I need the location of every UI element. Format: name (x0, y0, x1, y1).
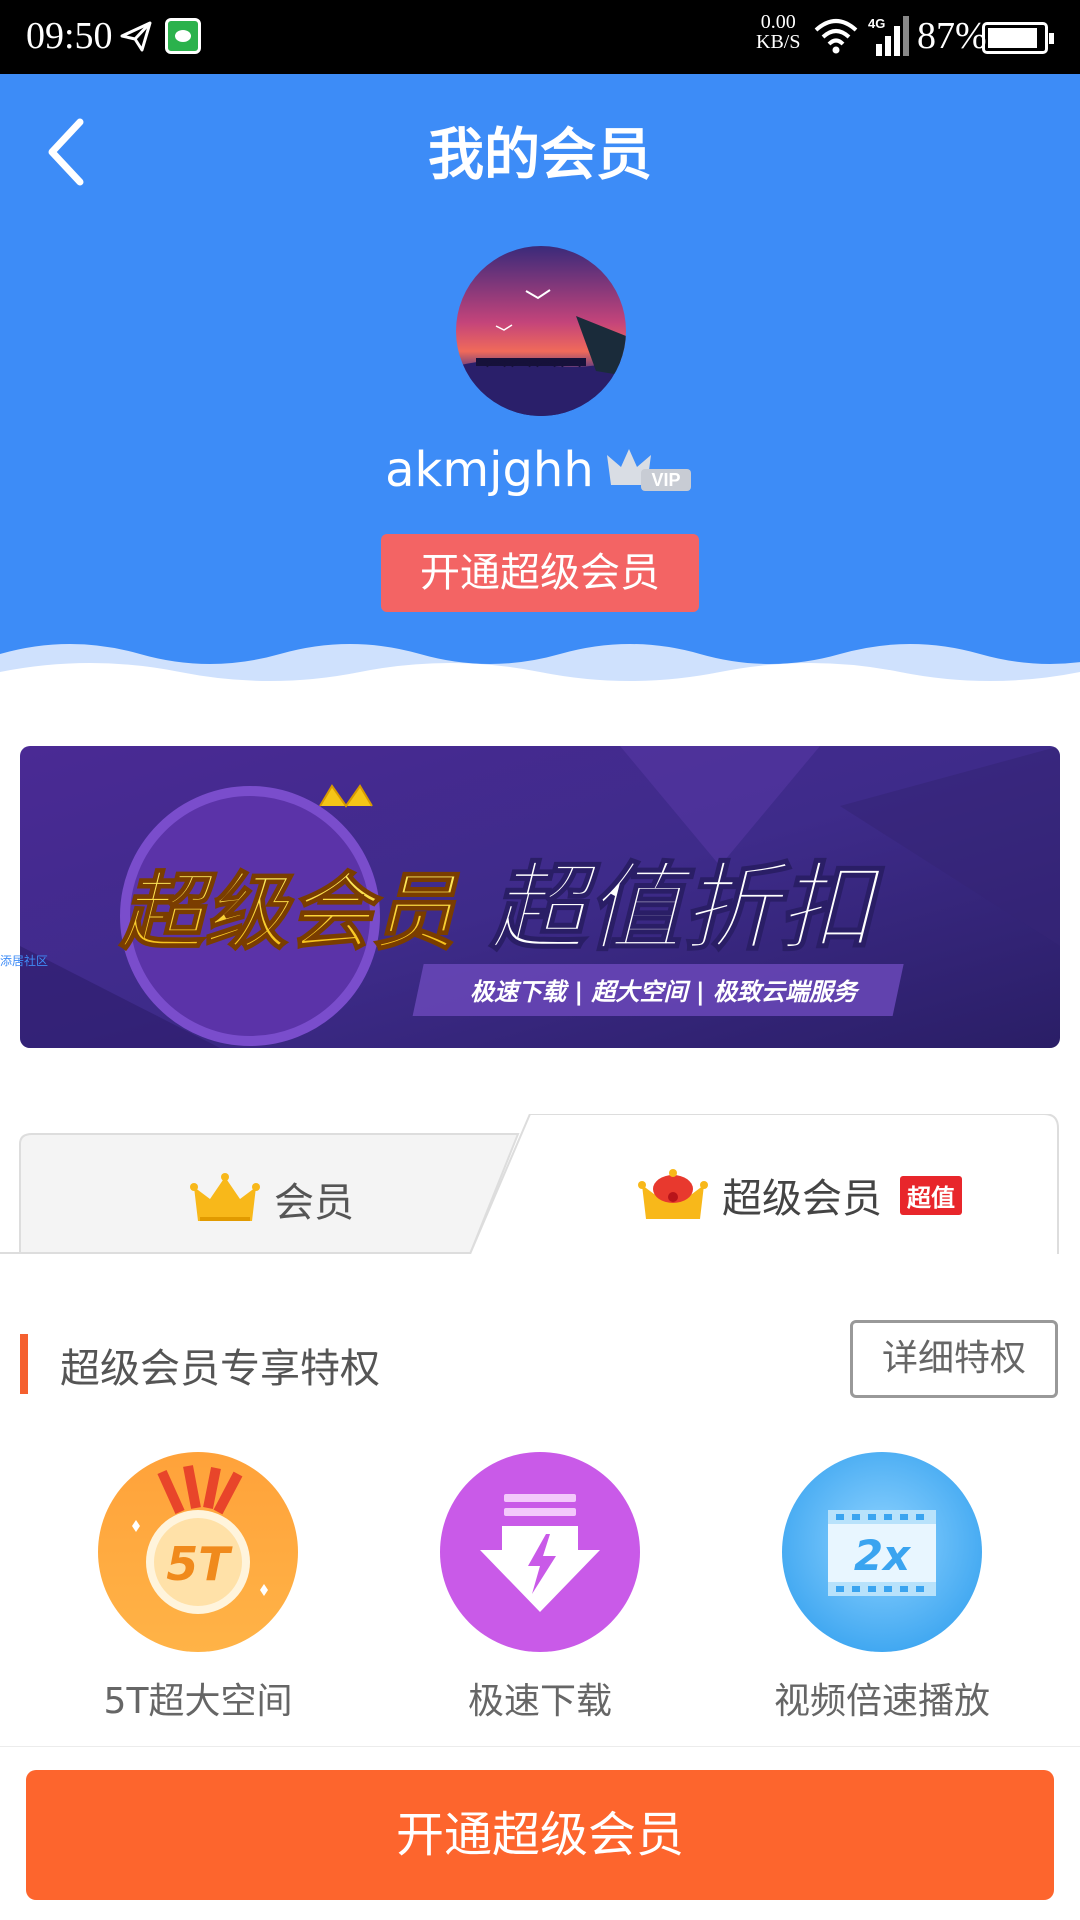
wifi-icon (814, 19, 858, 54)
section-title: 超级会员专享特权 (60, 1346, 380, 1392)
tab-super-member-label: 超级会员 (722, 1176, 882, 1222)
value-badge: 超值 (900, 1175, 962, 1215)
section-accent-bar (20, 1334, 28, 1394)
video-speed-text: 2x (854, 1531, 912, 1580)
details-button[interactable]: 详细特权 (850, 1320, 1058, 1398)
promo-banner[interactable]: 超级会员 超值折扣 极速下载 | 超大空间 | 极致云端服务 (20, 746, 1060, 1048)
vip-crown-icon: VIP (606, 449, 691, 491)
feature-storage-label: 5T超大空间 (103, 1681, 293, 1722)
status-bar: 09:50 0.00 KB/S 4G 87% (0, 0, 1080, 74)
username-row: akmjghh VIP (0, 442, 1080, 498)
avatar[interactable] (456, 246, 626, 416)
privileges-section-header: 超级会员专享特权 详细特权 (0, 1320, 1080, 1400)
status-time: 09:50 (26, 15, 113, 57)
bottom-open-super-member-button[interactable]: 开通超级会员 (26, 1770, 1054, 1900)
feature-storage[interactable]: 5T 5T超大空间 (48, 1450, 348, 1724)
feature-fast-download-label: 极速下载 (467, 1681, 612, 1722)
crown-red-icon (638, 1169, 708, 1219)
vip-label: VIP (651, 470, 680, 490)
speed-unit: KB/S (756, 31, 801, 53)
feature-video-speed[interactable]: 2x 视频倍速播放 (732, 1450, 1032, 1724)
send-icon (120, 21, 152, 52)
page-title: 我的会员 (428, 123, 652, 188)
fast-download-icon (440, 1452, 640, 1652)
member-tabs: 会员 超级会员 超值 (0, 1114, 1080, 1254)
network-speed: 0.00 KB/S (756, 12, 800, 52)
tab-super-member[interactable]: 超级会员 超值 (638, 1160, 962, 1230)
feature-video-speed-label: 视频倍速播放 (773, 1681, 990, 1722)
network-type: 4G (868, 16, 885, 31)
crown-icon (190, 1173, 260, 1221)
medal-icon: 5T (98, 1452, 298, 1652)
username: akmjghh (385, 442, 594, 498)
divider (0, 1746, 1080, 1747)
wechat-icon (165, 18, 201, 54)
feature-list: 5T 5T超大空间 极速下载 2x 视频倍速播放 (0, 1450, 1080, 1740)
signal-icon: 4G (868, 16, 909, 56)
tab-member-label: 会员 (274, 1180, 354, 1226)
banner-headline: 超值折扣 (489, 852, 885, 964)
speed-value: 0.00 (760, 11, 796, 33)
feature-fast-download[interactable]: 极速下载 (390, 1450, 690, 1724)
banner-logo-text: 超级会员 (119, 863, 460, 961)
battery-percent: 87% (917, 15, 987, 57)
medal-text: 5T (166, 1537, 233, 1591)
video-speed-icon: 2x (782, 1452, 982, 1652)
open-super-member-button[interactable]: 开通超级会员 (381, 534, 699, 612)
banner-tagline: 极速下载 | 超大空间 | 极致云端服务 (470, 978, 860, 1006)
battery-icon (982, 22, 1054, 54)
wave-decoration (0, 644, 1080, 694)
tab-member[interactable]: 会员 (190, 1164, 354, 1234)
watermark: 添居社区 (0, 954, 49, 968)
profile-header: 我的会员 akmjghh VIP 开通超级会员 (0, 74, 1080, 694)
